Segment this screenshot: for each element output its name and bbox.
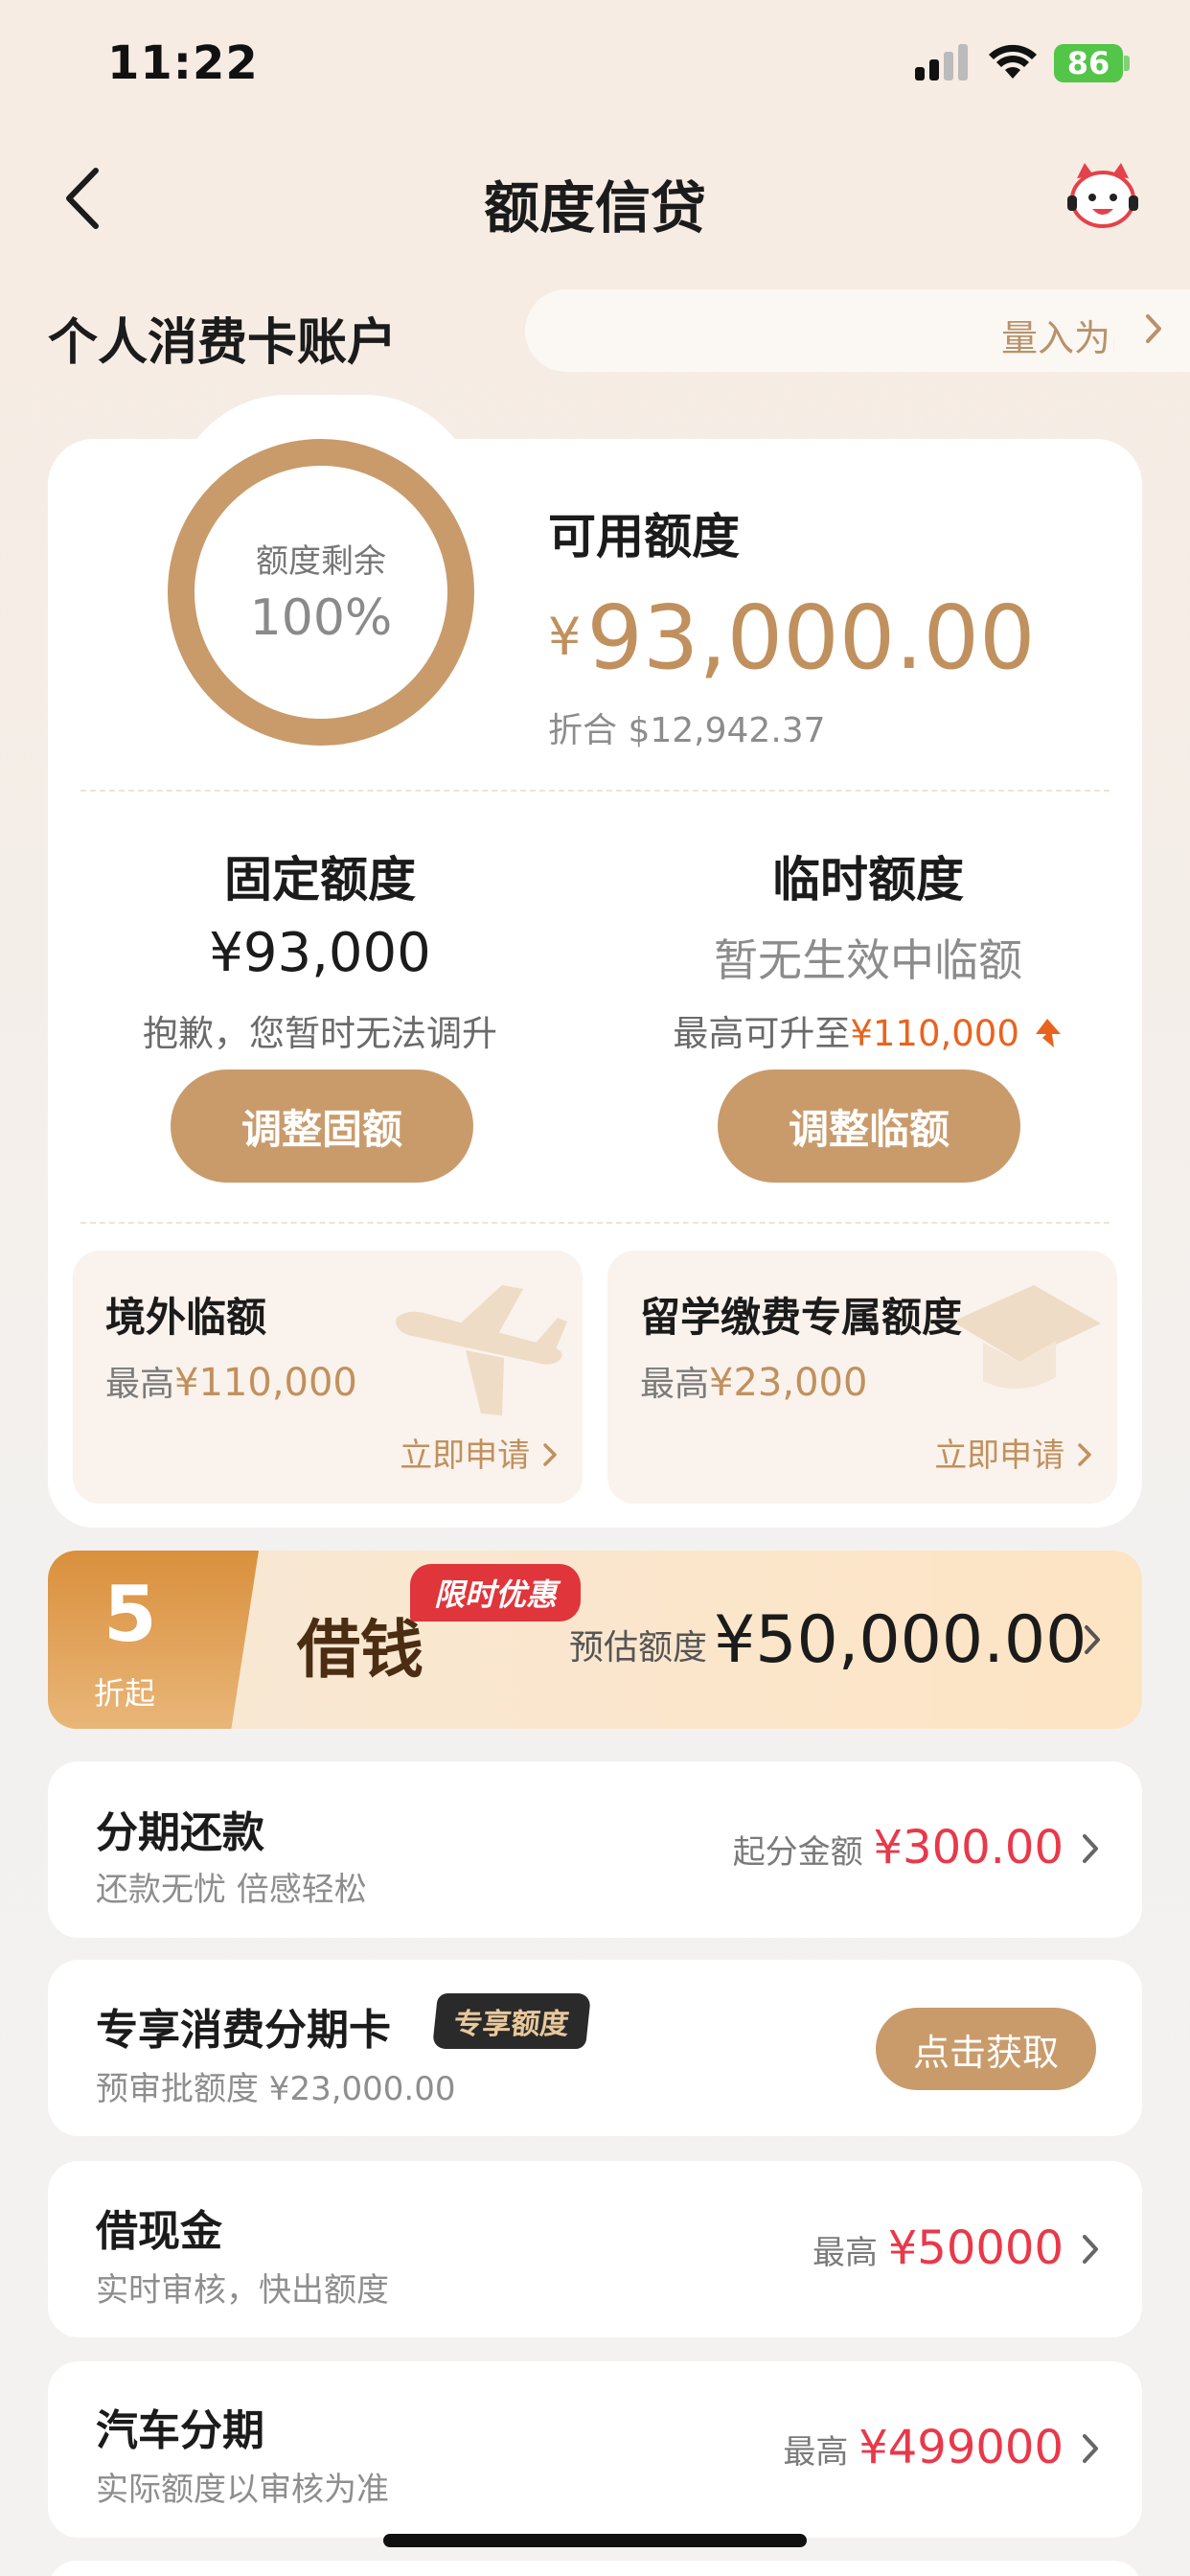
available-equivalent: 折合 $12,942.37: [548, 711, 826, 750]
page-title: 额度信贷: [483, 175, 706, 241]
row-right-info: 起分金额 ¥300.00: [733, 1821, 1064, 1874]
row-right-label: 最高: [812, 2234, 878, 2272]
promo-title: 留学缴费专属额度: [640, 1294, 963, 1341]
wifi-icon: [989, 44, 1037, 79]
airplane-icon: [396, 1285, 567, 1415]
apply-now-label: 立即申请: [400, 1437, 531, 1475]
apply-now-label: 立即申请: [934, 1437, 1065, 1475]
row-subtitle: 还款无忧 倍感轻松: [96, 1871, 367, 1909]
available-amount-value: 93,000.00: [586, 586, 1036, 689]
adjust-temp-button[interactable]: 调整临额: [718, 1070, 1020, 1183]
apply-now-link[interactable]: 立即申请: [400, 1429, 560, 1476]
row-right-info: 最高 ¥50000: [812, 2221, 1064, 2275]
row-right-label: 起分金额: [732, 1833, 863, 1872]
battery-indicator: 86: [1054, 44, 1123, 82]
mascot-avatar-icon[interactable]: [1064, 161, 1142, 234]
chevron-right-icon[interactable]: [1081, 1623, 1104, 1656]
chevron-right-icon[interactable]: [1079, 2233, 1102, 2266]
divider: [80, 790, 1110, 792]
row-title: 借现金: [96, 2207, 222, 2256]
currency-symbol: ¥: [548, 607, 582, 667]
limited-offer-tag: 限时优惠: [410, 1564, 581, 1622]
fixed-quota-amount: ¥93,000: [209, 922, 431, 984]
row-title: 汽车分期: [96, 2406, 264, 2455]
temp-quota-title: 临时额度: [772, 852, 964, 908]
row-title: 分期还款: [96, 1808, 264, 1857]
promo-max-prefix: 最高: [105, 1365, 175, 1404]
status-time: 11:22: [107, 36, 259, 90]
apply-now-link[interactable]: 立即申请: [934, 1429, 1094, 1476]
graduation-cap-icon: [952, 1285, 1101, 1390]
chevron-right-icon[interactable]: [1079, 1832, 1102, 1865]
ring-label: 额度剩余: [256, 542, 386, 581]
promo-max-amount: ¥110,000: [174, 1361, 357, 1405]
home-indicator[interactable]: [383, 2534, 807, 2547]
available-amount: ¥93,000.00: [548, 586, 1036, 689]
row-right-value: ¥300.00: [873, 1821, 1064, 1874]
discount-value: 5: [103, 1570, 157, 1659]
row-right-value: ¥50000: [887, 2221, 1064, 2275]
promo-max-amount: ¥23,000: [709, 1361, 868, 1405]
temp-quota-status: 暂无生效中临额: [714, 934, 1022, 986]
temp-quota-max-amount: ¥110,000: [850, 1013, 1019, 1054]
temp-quota-max: 最高可升至¥110,000: [600, 1004, 1136, 1056]
battery-nub: [1124, 56, 1130, 71]
get-now-button[interactable]: 点击获取: [876, 2008, 1096, 2090]
chevron-right-icon: [1078, 1443, 1091, 1466]
arrow-up-icon: [1035, 1019, 1061, 1047]
adjust-fixed-button[interactable]: 调整固额: [171, 1070, 473, 1183]
temp-quota-max-prefix: 最高可升至: [673, 1013, 851, 1054]
estimated-amount: ¥50,000.00: [714, 1602, 1087, 1678]
row-right-value: ¥499000: [858, 2421, 1064, 2474]
account-title: 个人消费卡账户: [48, 314, 398, 372]
row-subtitle: 预审批额度 ¥23,000.00: [96, 2070, 456, 2108]
fixed-quota-note: 抱歉，您暂时无法调升: [143, 1013, 497, 1054]
borrow-title: 借钱: [297, 1612, 423, 1687]
promo-max: 最高¥23,000: [640, 1356, 867, 1406]
ring-percent: 100%: [249, 589, 393, 647]
row-subtitle: 实际额度以审核为准: [96, 2471, 389, 2509]
fixed-quota-title: 固定额度: [224, 852, 416, 908]
estimated-label: 预估额度: [569, 1628, 708, 1668]
row-right-label: 最高: [783, 2433, 849, 2472]
account-tip-text[interactable]: 量入为出: [1001, 309, 1114, 361]
promo-max-prefix: 最高: [640, 1365, 710, 1404]
overseas-quota-card[interactable]: 境外临额 最高¥110,000 立即申请: [73, 1251, 583, 1504]
row-title: 专享消费分期卡: [96, 2006, 391, 2055]
chevron-right-icon[interactable]: [1079, 2432, 1102, 2465]
cellular-signal-icon: [915, 44, 969, 80]
next-row-peek: [48, 2561, 1142, 2576]
study-abroad-quota-card[interactable]: 留学缴费专属额度 最高¥23,000 立即申请: [607, 1251, 1117, 1504]
chevron-right-icon: [543, 1443, 557, 1466]
discount-unit: 折起: [94, 1675, 156, 1712]
row-right-info: 最高 ¥499000: [783, 2421, 1064, 2474]
chevron-right-icon[interactable]: [1142, 312, 1165, 345]
divider: [80, 1222, 1110, 1224]
row-subtitle: 实时审核，快出额度: [96, 2271, 389, 2310]
promo-max: 最高¥110,000: [105, 1356, 357, 1406]
available-label: 可用额度: [548, 509, 740, 564]
promo-title: 境外临额: [105, 1294, 267, 1341]
exclusive-quota-tag: 专享额度: [431, 1993, 592, 2049]
